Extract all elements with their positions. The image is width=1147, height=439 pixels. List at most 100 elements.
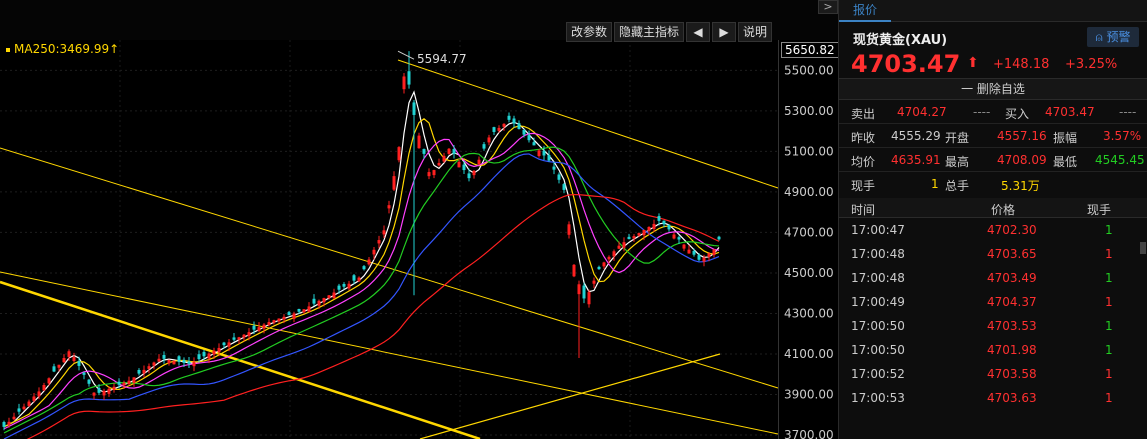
change-params-button[interactable]: 改参数 — [565, 22, 612, 42]
candle-body — [37, 391, 41, 397]
candle-body — [487, 137, 491, 143]
open-label: 开盘 — [945, 131, 970, 145]
tab-quote[interactable]: 报价 — [839, 0, 892, 22]
current-price-tag: 5650.82 — [781, 42, 839, 58]
candle-body — [7, 421, 11, 425]
trades-vol-header: 现手 — [1087, 203, 1112, 217]
candle-body — [392, 176, 396, 190]
candle-body — [52, 366, 56, 372]
help-button[interactable]: 说明 — [737, 22, 772, 42]
total-vol-label: 总手 — [945, 179, 970, 193]
candle-body — [332, 292, 336, 299]
y-tick-label: 5500.00 — [784, 63, 834, 77]
candle-body — [142, 369, 146, 374]
trade-vol: 1 — [1105, 367, 1113, 381]
candle-body — [132, 377, 136, 383]
chart-area[interactable]: 5500.00 5300.00 5100.00 4900.00 4700.00 4500.… — [0, 0, 839, 439]
candle-body — [652, 223, 656, 229]
open-value: 4557.16 — [997, 129, 1047, 143]
symbol-name: 现货黄金(XAU) — [853, 33, 948, 48]
candle-body — [532, 142, 536, 146]
candle-body — [687, 249, 691, 254]
candle-body — [662, 220, 666, 225]
candle-body — [197, 354, 201, 360]
trade-price: 4703.63 — [987, 391, 1037, 405]
cur-vol-value: 1 — [931, 177, 939, 191]
candle-body — [32, 396, 36, 401]
trade-row: 17:00:50 4703.53 1 — [839, 314, 1147, 338]
buy-qty: ---- — [1119, 105, 1137, 119]
candle-body — [312, 298, 316, 304]
trades-price-header: 价格 — [991, 203, 1016, 217]
candle-body — [622, 242, 626, 248]
candle-body — [357, 277, 361, 282]
candle-body — [502, 123, 506, 127]
candle-body — [422, 149, 426, 154]
candlestick-chart[interactable]: 5500.00 5300.00 5100.00 4900.00 4700.00 4500.… — [0, 0, 838, 439]
candle-body — [642, 230, 646, 236]
sell-qty: ---- — [973, 105, 991, 119]
trade-row: 17:00:52 4703.58 1 — [839, 362, 1147, 386]
candle-body — [712, 249, 716, 256]
prev-close-value: 4555.29 — [891, 129, 941, 143]
candle-body — [577, 284, 581, 295]
high-value: 4708.09 — [997, 153, 1047, 167]
candle-body — [657, 216, 661, 221]
trade-vol: 1 — [1105, 343, 1113, 357]
candle-body — [387, 205, 391, 209]
ma250-line — [419, 353, 721, 439]
candle-body — [67, 351, 71, 357]
candle-body — [637, 233, 641, 236]
stats-row-3: 现手 1 总手 5.31万 — [839, 172, 1147, 196]
alert-button[interactable]: ⍝ 预警 — [1087, 27, 1139, 47]
collapse-panel-button[interactable]: > — [818, 0, 838, 14]
candle-body — [627, 236, 631, 240]
candle-body — [707, 253, 711, 258]
trade-row: 17:00:53 4703.63 1 — [839, 386, 1147, 410]
trade-price: 4703.58 — [987, 367, 1037, 381]
candle-body — [702, 257, 706, 262]
candle-body — [152, 362, 156, 366]
left-arrow-icon[interactable]: ◀ — [685, 22, 710, 42]
right-arrow-icon[interactable]: ▶ — [711, 22, 736, 42]
cur-vol-label: 现手 — [851, 179, 876, 193]
candle-body — [117, 381, 121, 385]
candle-body — [567, 224, 571, 235]
candle-body — [302, 309, 306, 313]
high-annotation: 5594.77 — [417, 52, 467, 66]
candle-body — [597, 266, 601, 270]
candle-body — [232, 337, 236, 340]
candle-body — [452, 149, 456, 154]
y-tick-label: 4500.00 — [784, 266, 834, 280]
candle-body — [172, 360, 176, 365]
candle-body — [527, 135, 531, 141]
hide-main-indicator-button[interactable]: 隐藏主指标 — [613, 22, 684, 42]
candle-body — [582, 285, 586, 299]
candle-body — [327, 295, 331, 299]
trade-time: 17:00:48 — [851, 271, 905, 285]
remove-watchlist-button[interactable]: 一 删除自选 — [839, 78, 1147, 100]
candle-body — [87, 379, 91, 384]
candle-body — [492, 127, 496, 132]
trade-time: 17:00:53 — [851, 391, 905, 405]
candle-body — [207, 353, 211, 359]
candle-body — [462, 164, 466, 171]
candle-body — [257, 327, 261, 331]
candle-body — [692, 250, 696, 255]
candle-body — [542, 150, 546, 156]
trades-scrollbar[interactable] — [1140, 242, 1146, 254]
low-value: 4545.45 — [1095, 153, 1145, 167]
ma60-line — [3, 153, 720, 439]
candle-body — [437, 162, 441, 166]
candle-body — [277, 318, 281, 322]
trades-list: 17:00:47 4702.30 1 17:00:48 4703.65 1 17:00:48… — [839, 218, 1147, 410]
trend-line-bold — [0, 280, 481, 439]
candle-body — [227, 342, 231, 347]
candle-body — [192, 361, 196, 367]
total-vol-value: 5.31万 — [1001, 179, 1040, 193]
candle-body — [592, 280, 596, 284]
ma250-value: MA250:3469.99 — [14, 42, 110, 56]
amplitude-label: 振幅 — [1053, 131, 1078, 145]
y-tick-label: 3700.00 — [784, 428, 834, 439]
candle-body — [667, 224, 671, 230]
